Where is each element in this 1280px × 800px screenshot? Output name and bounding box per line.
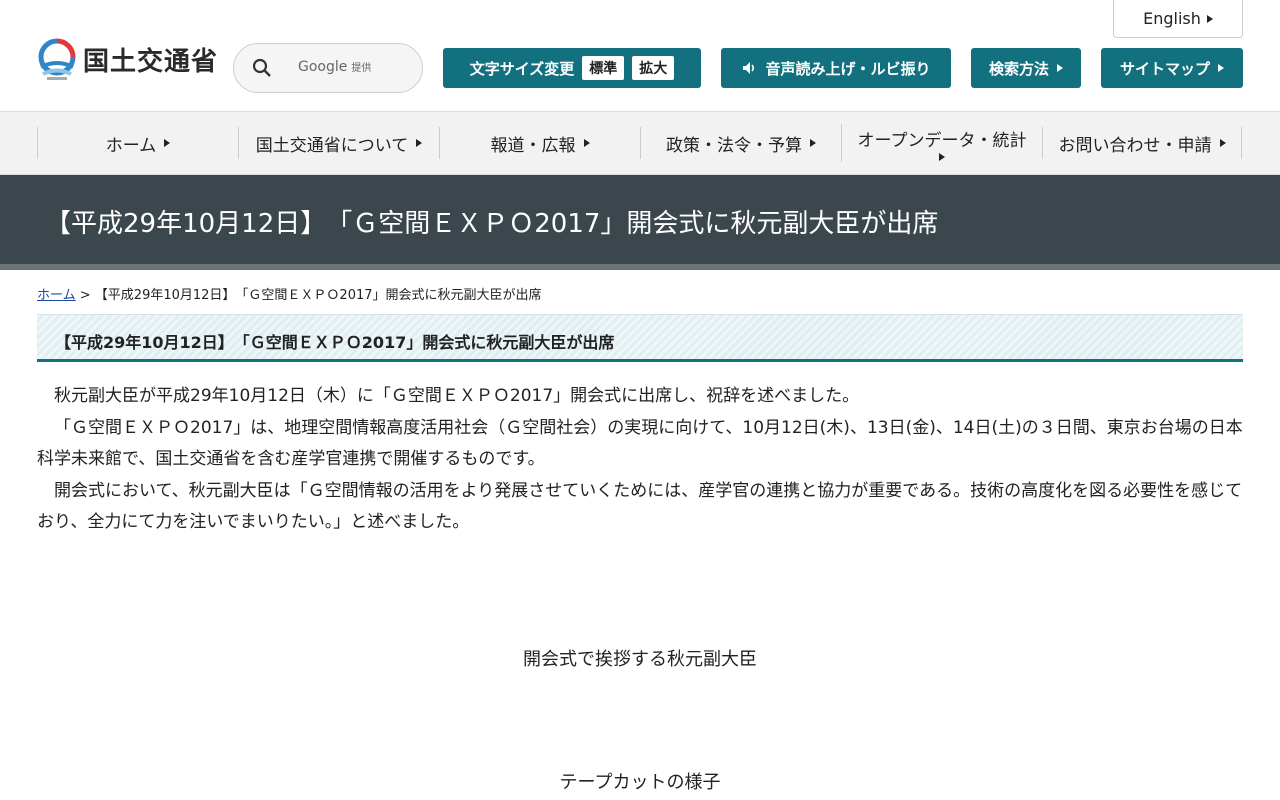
breadcrumb-home-link[interactable]: ホーム — [37, 288, 76, 303]
mlit-logo-icon — [38, 38, 76, 80]
page-title: 【平成29年10月12日】 「Ｇ空間ＥＸＰＯ2017」開会式に秋元副大臣が出席 — [45, 209, 939, 239]
nav-item-label: 報道・広報 — [490, 135, 576, 156]
arrow-right-icon — [1206, 14, 1213, 23]
search-method-label: 検索方法 — [988, 59, 1049, 78]
arrow-right-icon — [939, 152, 945, 161]
nav-item-label: 政策・法令・予算 — [666, 135, 802, 156]
arrow-right-icon — [1057, 64, 1063, 72]
nav-item-press[interactable]: 報道・広報 — [439, 127, 640, 159]
nav-item-label: オープンデータ・統計 — [857, 130, 1027, 151]
sitemap-label: サイトマップ — [1119, 59, 1210, 78]
text-size-normal-button[interactable]: 標準 — [582, 56, 625, 80]
breadcrumb: ホーム > 【平成29年10月12日】 「Ｇ空間ＥＸＰＯ2017」開会式に秋元副… — [37, 284, 542, 303]
search-brand-sub: 提供 — [351, 63, 372, 74]
voice-ruby-button[interactable]: 音声読み上げ・ルビ振り — [721, 48, 951, 88]
nav-item-about[interactable]: 国土交通省について — [238, 127, 439, 159]
site-header: English 国土交通省 Google 提供 文字サイズ変更 標準 拡大 音声読… — [0, 0, 1280, 112]
arrow-right-icon — [583, 139, 590, 147]
article-paragraph: 秋元副大臣が平成29年10月12日（木）に「Ｇ空間ＥＸＰＯ2017」開会式に出席… — [54, 386, 860, 406]
arrow-right-icon — [1219, 139, 1226, 147]
nav-item-label: ホーム — [105, 135, 157, 156]
nav-item-label: お問い合わせ・申請 — [1058, 135, 1212, 156]
breadcrumb-current: 【平成29年10月12日】 「Ｇ空間ＥＸＰＯ2017」開会式に秋元副大臣が出席 — [94, 288, 542, 303]
article-body: 秋元副大臣が平成29年10月12日（木）に「Ｇ空間ＥＸＰＯ2017」開会式に出席… — [37, 381, 1243, 539]
speaker-icon — [743, 62, 755, 74]
nav-item-policy[interactable]: 政策・法令・予算 — [640, 127, 841, 159]
search-brand: Google 提供 — [298, 59, 371, 75]
photo-caption: 開会式で挨拶する秋元副大臣 — [523, 649, 757, 670]
page-title-banner: 【平成29年10月12日】 「Ｇ空間ＥＸＰＯ2017」開会式に秋元副大臣が出席 — [0, 175, 1280, 270]
arrow-right-icon — [164, 139, 171, 147]
search-method-button[interactable]: 検索方法 — [971, 48, 1081, 88]
voice-ruby-label: 音声読み上げ・ルビ振り — [765, 59, 931, 78]
section-heading: 【平成29年10月12日】 「Ｇ空間ＥＸＰＯ2017」開会式に秋元副大臣が出席 — [37, 314, 1243, 362]
text-size-label: 文字サイズ変更 — [469, 59, 575, 78]
arrow-right-icon — [810, 139, 816, 147]
site-logo[interactable]: 国土交通省 — [37, 37, 218, 81]
text-size-control: 文字サイズ変更 標準 拡大 — [443, 48, 701, 88]
search-icon[interactable] — [252, 58, 272, 78]
breadcrumb-separator: > — [75, 288, 95, 303]
sitemap-button[interactable]: サイトマップ — [1101, 48, 1243, 88]
nav-item-contact[interactable]: お問い合わせ・申請 — [1042, 127, 1241, 159]
english-label: English — [1143, 9, 1201, 28]
arrow-right-icon — [416, 139, 423, 147]
article-paragraph: 開会式において、秋元副大臣は「Ｇ空間情報の活用をより発展させていくためには、産学… — [37, 480, 1243, 533]
site-search[interactable]: Google 提供 — [233, 43, 423, 93]
text-size-large-button[interactable]: 拡大 — [632, 56, 675, 80]
nav-item-opendata[interactable]: オープンデータ・統計 — [841, 124, 1042, 162]
logo-text: 国土交通省 — [83, 46, 219, 77]
nav-divider — [1241, 127, 1242, 159]
english-link[interactable]: English — [1113, 0, 1243, 38]
search-brand-name: Google — [298, 59, 348, 75]
nav-item-label: 国土交通省について — [255, 135, 409, 156]
photo-caption: テープカットの様子 — [559, 772, 721, 793]
nav-item-home[interactable]: ホーム — [37, 127, 238, 159]
global-nav: ホーム 国土交通省について 報道・広報 政策・法令・予算 オープンデータ・統計 … — [0, 112, 1280, 175]
section-title: 【平成29年10月12日】 「Ｇ空間ＥＸＰＯ2017」開会式に秋元副大臣が出席 — [55, 333, 615, 352]
arrow-right-icon — [1218, 64, 1224, 72]
article-paragraph: 「Ｇ空間ＥＸＰＯ2017」は、地理空間情報高度活用社会（Ｇ空間社会）の実現に向け… — [37, 417, 1243, 470]
